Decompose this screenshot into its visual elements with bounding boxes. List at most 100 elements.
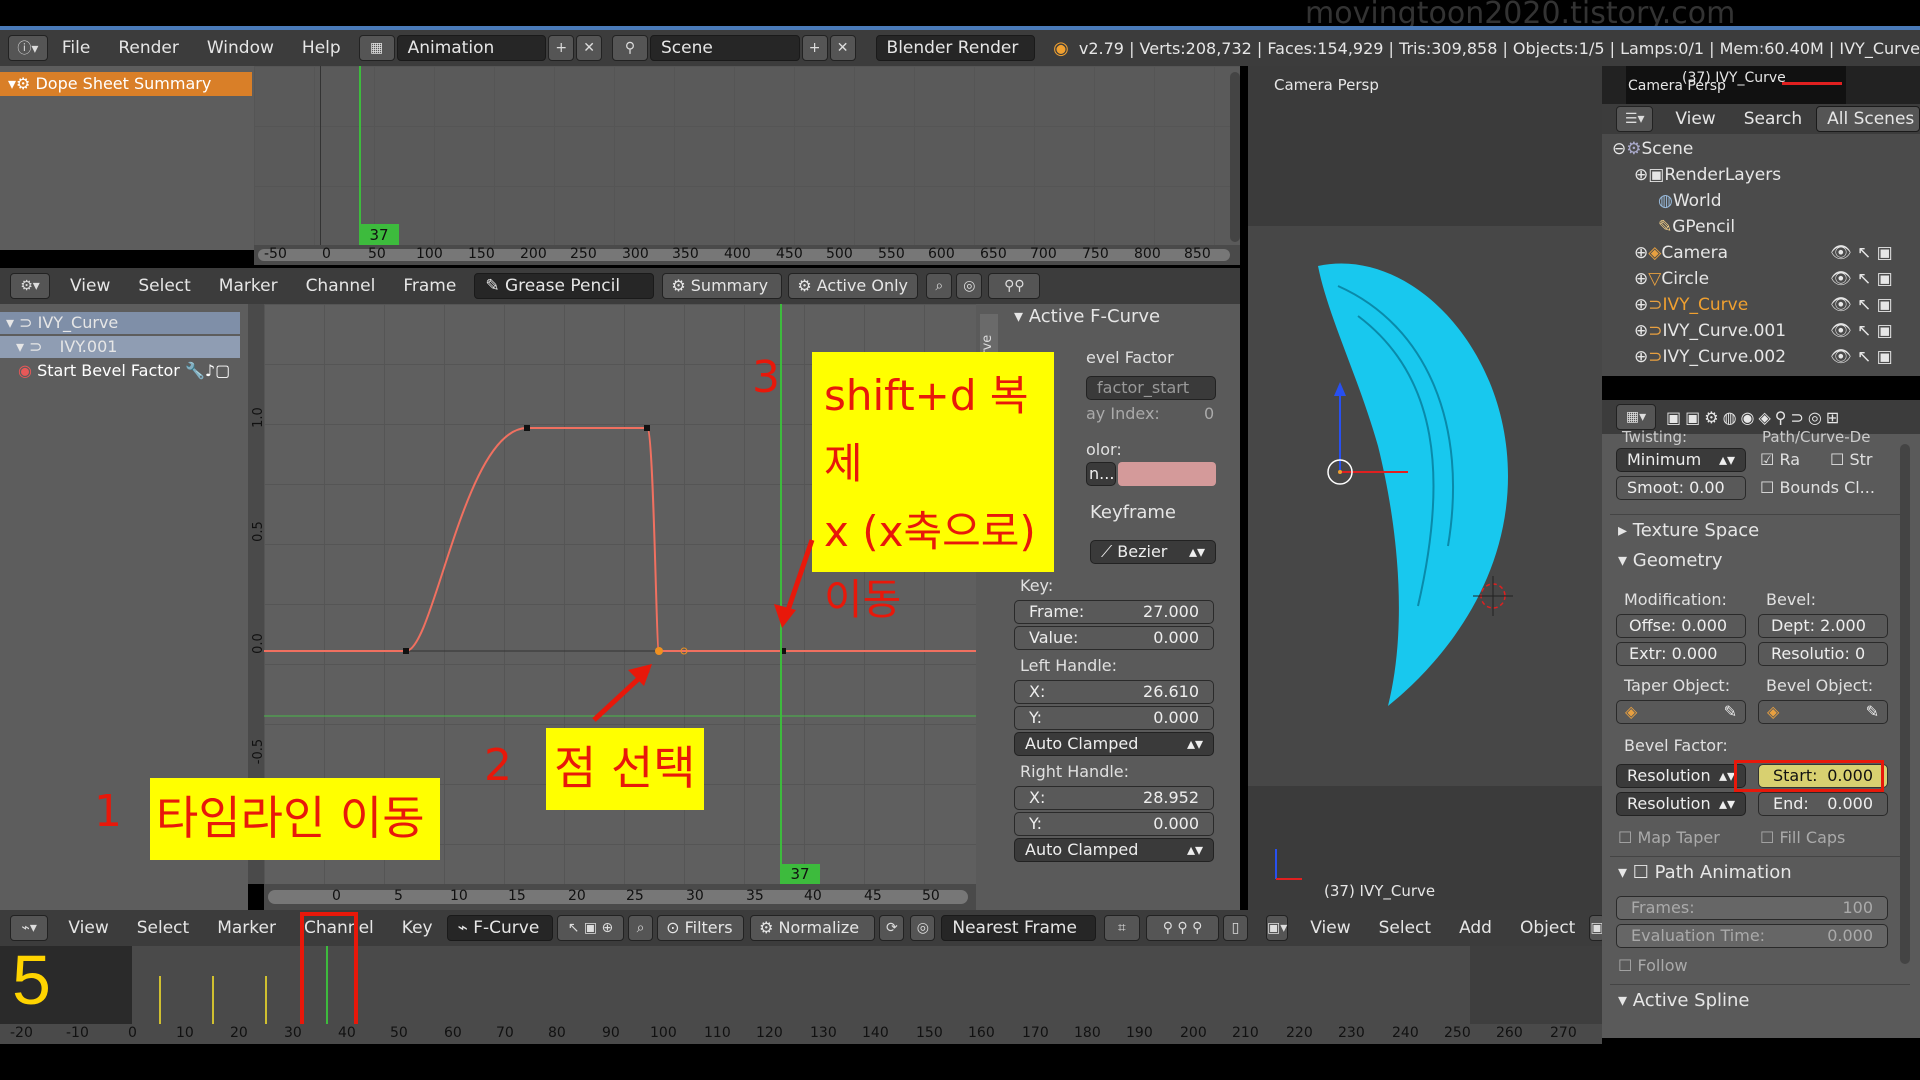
taper-object-field[interactable]: ◈ ✎: [1616, 700, 1746, 724]
menu-key[interactable]: Key: [388, 918, 447, 938]
outliner-row-scene[interactable]: ⊖ ⚙ Scene: [1602, 136, 1693, 162]
layout-icon[interactable]: ▦: [358, 35, 395, 61]
twist-mode-selector[interactable]: Minimum ▴▾: [1616, 448, 1746, 472]
visibility-icons[interactable]: 👁 ↖ ▣: [1830, 269, 1893, 289]
mode-selector[interactable]: ⌁ F-Curve: [446, 915, 553, 941]
bevel-object-field[interactable]: ◈ ✎: [1758, 700, 1888, 724]
eye-icon[interactable]: ◉: [18, 361, 32, 380]
editor-type-icon[interactable]: ▣▾: [1266, 915, 1289, 941]
outliner-row-gpencil[interactable]: ✎ GPencil: [1602, 214, 1735, 240]
active-fcurve-header[interactable]: ▾ Active F-Curve: [1014, 306, 1160, 327]
outliner-filter-selector[interactable]: All Scenes: [1816, 106, 1920, 132]
editor-type-icon[interactable]: ⚙▾: [10, 273, 50, 299]
menu-marker[interactable]: Marker: [205, 276, 292, 296]
info-editor-icon[interactable]: ⓘ▾: [8, 35, 48, 61]
channel-data[interactable]: ▾ ⊃ IVY.001: [0, 336, 240, 358]
eyedropper-icon[interactable]: ✎: [1724, 701, 1737, 723]
left-handle-type-selector[interactable]: Auto Clamped ▴▾: [1014, 732, 1214, 756]
outliner-row-renderlayers[interactable]: ⊕ ▣ RenderLayers: [1602, 162, 1781, 188]
menu-help[interactable]: Help: [288, 38, 355, 58]
texture-space-header[interactable]: ▸ Texture Space: [1618, 520, 1759, 541]
evaluation-time-field[interactable]: Evaluation Time: 0.000: [1616, 924, 1888, 948]
add-layout-icon[interactable]: +: [548, 35, 575, 61]
editor-type-icon[interactable]: ☰▾: [1616, 106, 1654, 132]
visibility-icons[interactable]: 👁 ↖ ▣: [1830, 321, 1893, 341]
properties-context-tabs[interactable]: ▣▣⚙◍◉◈⚲⊃◎⊞: [1666, 408, 1843, 427]
menu-view[interactable]: View: [1661, 109, 1729, 129]
fill-caps-checkbox[interactable]: ☐ Fill Caps: [1760, 828, 1845, 847]
scene-icon[interactable]: ⚲: [612, 35, 649, 61]
remove-scene-icon[interactable]: ✕: [829, 35, 856, 61]
outliner-row-ivy-curve-001[interactable]: ⊕ ⊃ IVY_Curve.001 👁 ↖ ▣: [1602, 318, 1920, 344]
menu-select[interactable]: Select: [124, 276, 204, 296]
menu-search[interactable]: Search: [1730, 109, 1816, 129]
dopesheet-scrollbar[interactable]: [1230, 72, 1240, 242]
color-swatch[interactable]: [1118, 462, 1216, 486]
menu-select[interactable]: Select: [123, 918, 203, 938]
bevel-factor-mapping-end[interactable]: Resolution ▴▾: [1616, 792, 1746, 816]
summary-toggle[interactable]: ⚙ Summary: [662, 273, 783, 299]
menu-marker[interactable]: Marker: [203, 918, 290, 938]
search-icon[interactable]: ⌕: [926, 273, 953, 299]
visibility-icons[interactable]: 👁 ↖ ▣: [1830, 243, 1893, 263]
keyframe-header[interactable]: Keyframe: [1090, 502, 1176, 523]
menu-frame[interactable]: Frame: [389, 276, 470, 296]
radius-checkbox[interactable]: ☑ Ra: [1760, 450, 1800, 469]
scene-selector[interactable]: Scene: [650, 35, 800, 61]
bevel-factor-mapping-start[interactable]: Resolution ▴▾: [1616, 764, 1746, 788]
menu-view[interactable]: View: [56, 276, 124, 296]
bevel-end-field[interactable]: End: 0.000: [1758, 792, 1888, 816]
outliner-row-ivy-curve[interactable]: ⊕ ⊃ IVY_Curve 👁 ↖ ▣: [1602, 292, 1920, 318]
outliner-row-world[interactable]: ◍ World: [1602, 188, 1722, 214]
smooth-field[interactable]: Smoot: 0.00: [1616, 476, 1746, 500]
ghost-curve-icon[interactable]: ▯: [1223, 915, 1249, 941]
snap-selector[interactable]: Nearest Frame: [941, 915, 1096, 941]
left-handle-x-field[interactable]: X: 26.610: [1014, 680, 1214, 704]
search-icon[interactable]: ⌕: [628, 915, 654, 941]
dopesheet-timeline[interactable]: 37: [254, 66, 1240, 248]
menu-file[interactable]: File: [48, 38, 104, 58]
color-mode-selector[interactable]: n...: [1086, 462, 1116, 486]
menu-view[interactable]: View: [1296, 918, 1364, 938]
depth-field[interactable]: Dept: 2.000: [1758, 614, 1888, 638]
grease-pencil-selector[interactable]: ✎ Grease Pencil: [474, 273, 655, 299]
stretch-checkbox[interactable]: ☐ Str: [1830, 450, 1872, 469]
copy-paste-icons[interactable]: ⚲ ⚲ ⚲: [1146, 915, 1220, 941]
frames-field[interactable]: Frames: 100: [1616, 896, 1888, 920]
visibility-icons[interactable]: 👁 ↖ ▣: [1830, 347, 1893, 367]
menu-channel[interactable]: Channel: [292, 276, 390, 296]
tool-icons[interactable]: ↖ ▣ ⊕: [556, 915, 625, 941]
map-taper-checkbox[interactable]: ☐ Map Taper: [1618, 828, 1720, 847]
ghost-icon[interactable]: ◎: [956, 273, 983, 299]
menu-view[interactable]: View: [54, 918, 122, 938]
offset-field[interactable]: Offse: 0.000: [1616, 614, 1746, 638]
viewport-3d[interactable]: Camera Persp (37) IVY_Curve: [1248, 66, 1602, 910]
right-handle-y-field[interactable]: Y: 0.000: [1014, 812, 1214, 836]
outliner-row-circle[interactable]: ⊕ ▽ Circle 👁 ↖ ▣: [1602, 266, 1920, 292]
wrench-icon[interactable]: 🔧: [185, 361, 205, 380]
render-engine-selector[interactable]: Blender Render: [875, 35, 1036, 61]
lock-icon[interactable]: ▢: [215, 361, 230, 380]
data-path-field[interactable]: factor_start: [1086, 376, 1216, 400]
follow-checkbox[interactable]: ☐ Follow: [1618, 956, 1688, 975]
menu-window[interactable]: Window: [193, 38, 288, 58]
menu-render[interactable]: Render: [104, 38, 193, 58]
extrude-field[interactable]: Extr: 0.000: [1616, 642, 1746, 666]
active-spline-header[interactable]: ▾ Active Spline: [1618, 990, 1750, 1011]
left-handle-y-field[interactable]: Y: 0.000: [1014, 706, 1214, 730]
geometry-header[interactable]: ▾ Geometry: [1618, 550, 1723, 571]
layout-selector[interactable]: Animation: [396, 35, 547, 61]
menu-select[interactable]: Select: [1365, 918, 1445, 938]
dopesheet-summary-row[interactable]: ▾⚙ Dope Sheet Summary: [0, 72, 252, 96]
filter-icons[interactable]: ⚲⚲: [988, 273, 1041, 299]
remove-layout-icon[interactable]: ✕: [576, 35, 603, 61]
visibility-icons[interactable]: 👁 ↖ ▣: [1830, 295, 1893, 315]
filters-button[interactable]: ⊙ Filters: [657, 915, 745, 941]
interpolation-selector[interactable]: ⟋ Bezier ▴▾: [1090, 540, 1216, 564]
menu-add[interactable]: Add: [1445, 918, 1506, 938]
eyedropper-icon[interactable]: ✎: [1866, 701, 1879, 723]
channel-fcurve[interactable]: ◉ Start Bevel Factor 🔧♪▢: [16, 360, 240, 382]
menu-object[interactable]: Object: [1506, 918, 1589, 938]
right-handle-x-field[interactable]: X: 28.952: [1014, 786, 1214, 810]
editor-type-icon[interactable]: ▦▾: [1616, 404, 1656, 430]
